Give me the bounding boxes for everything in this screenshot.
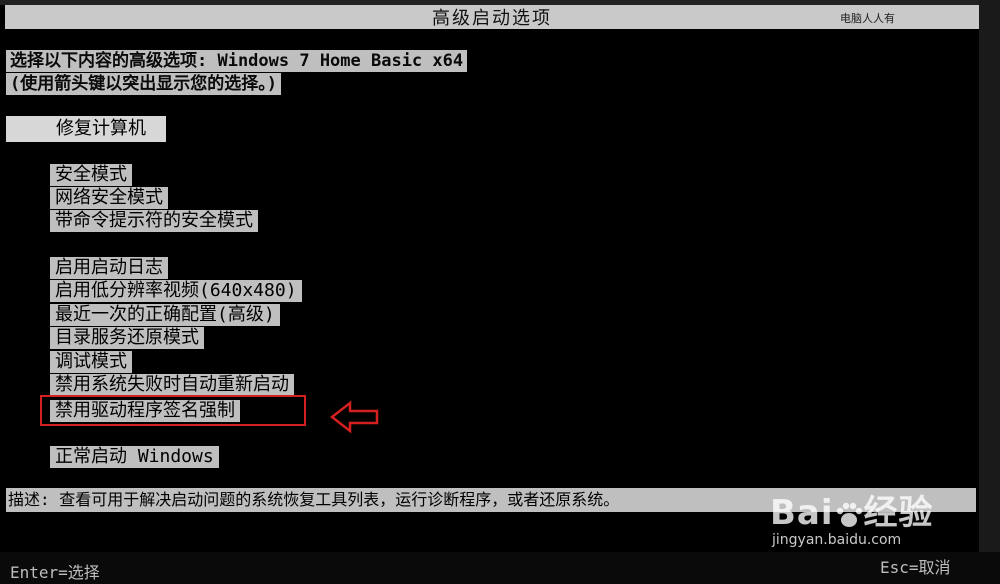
- menu-item-directory-restore[interactable]: 目录服务还原模式: [50, 327, 204, 349]
- monitor-bezel-bottom: [0, 552, 1000, 584]
- watermark-logo: Bai 经验: [770, 495, 975, 531]
- menu-item-boot-logging[interactable]: 启用启动日志: [50, 257, 168, 279]
- menu-item-safe-mode[interactable]: 安全模式: [50, 164, 132, 186]
- highlight-box: [40, 395, 306, 426]
- menu-item-disable-auto-restart[interactable]: 禁用系统失败时自动重新启动: [50, 374, 294, 396]
- title-bar: 高级启动选项 电脑人人有: [5, 5, 979, 29]
- baidu-paw-icon: [836, 502, 862, 527]
- menu-item-start-normally[interactable]: 正常启动 Windows: [50, 446, 219, 468]
- brand-label: 电脑人人有: [840, 12, 895, 25]
- monitor-bezel-right: [979, 0, 1000, 584]
- menu-item-safe-mode-command-prompt[interactable]: 带命令提示符的安全模式: [50, 210, 258, 232]
- watermark-logo-text: Bai: [770, 493, 834, 533]
- window-title: 高级启动选项: [432, 8, 552, 29]
- menu-item-low-res-video[interactable]: 启用低分辨率视频(640x480): [50, 280, 302, 302]
- header-line-2: (使用箭头键以突出显示您的选择。): [6, 73, 281, 95]
- menu-item-debug-mode[interactable]: 调试模式: [50, 351, 132, 373]
- left-arrow-icon: [330, 400, 379, 434]
- menu-item-last-known-good[interactable]: 最近一次的正确配置(高级): [50, 304, 280, 326]
- footer-enter-hint: Enter=选择: [10, 563, 100, 582]
- header-line-1: 选择以下内容的高级选项: Windows 7 Home Basic x64: [6, 50, 468, 72]
- watermark: Bai 经验 jingyan.baidu.com: [770, 495, 975, 555]
- menu-item-safe-mode-networking[interactable]: 网络安全模式: [50, 187, 168, 209]
- watermark-url: jingyan.baidu.com: [772, 532, 902, 548]
- footer-esc-hint: Esc=取消: [880, 558, 951, 577]
- menu-item-repair-computer[interactable]: 修复计算机: [6, 116, 166, 142]
- watermark-logo-suffix: 经验: [863, 493, 934, 533]
